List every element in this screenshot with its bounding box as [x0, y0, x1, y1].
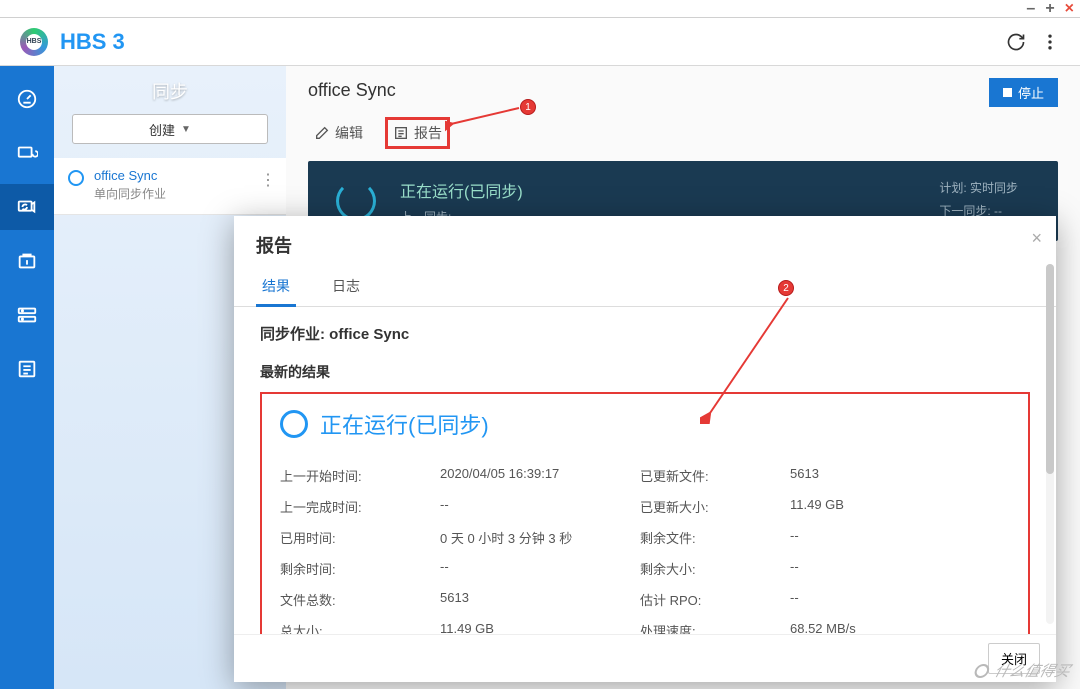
updated-size-val: 11.49 GB — [790, 497, 1010, 516]
status-plan: 计划: 实时同步 — [939, 179, 1018, 196]
chevron-down-icon: ▼ — [181, 124, 191, 135]
tab-results[interactable]: 结果 — [256, 268, 296, 306]
create-button[interactable]: 创建 ▼ — [72, 114, 268, 144]
app-header: HBS HBS 3 — [0, 18, 1080, 66]
remain-time-label: 剩余时间: — [280, 559, 440, 578]
latest-result-heading: 最新的结果 — [260, 362, 1030, 382]
refresh-icon[interactable] — [1006, 32, 1026, 52]
rpo-val: -- — [790, 590, 1010, 609]
job-type: 单向同步作业 — [94, 185, 166, 202]
iconbar-restore[interactable] — [0, 238, 54, 284]
total-size-val: 11.49 GB — [440, 621, 640, 634]
app-logo-icon: HBS — [20, 28, 48, 56]
iconbar — [0, 66, 54, 689]
updated-files-label: 已更新文件: — [640, 466, 790, 485]
iconbar-queue[interactable] — [0, 346, 54, 392]
edit-icon — [314, 125, 330, 141]
last-start-val: 2020/04/05 16:39:17 — [440, 466, 640, 485]
job-status-icon — [68, 170, 84, 186]
last-end-val: -- — [440, 497, 640, 516]
remain-size-label: 剩余大小: — [640, 559, 790, 578]
sync-job-name: office Sync — [329, 326, 409, 343]
total-size-label: 总大小: — [280, 621, 440, 634]
sync-job-prefix: 同步作业: — [260, 326, 329, 343]
remain-time-val: -- — [440, 559, 640, 578]
sync-job-heading: 同步作业: office Sync — [260, 323, 1030, 344]
iconbar-backup[interactable] — [0, 130, 54, 176]
spinner-icon — [336, 181, 376, 221]
elapsed-label: 已用时间: — [280, 528, 440, 547]
modal-close-icon[interactable]: × — [1031, 228, 1042, 249]
modal-tabs: 结果 日志 — [234, 268, 1056, 307]
close-icon[interactable]: × — [1065, 0, 1074, 18]
modal-scrollbar-thumb[interactable] — [1046, 264, 1054, 474]
app-name: HBS 3 — [60, 29, 125, 55]
total-files-label: 文件总数: — [280, 590, 440, 609]
modal-body: 同步作业: office Sync 最新的结果 正在运行(已同步) 上一开始时间… — [234, 307, 1056, 634]
result-box: 正在运行(已同步) 上一开始时间: 2020/04/05 16:39:17 已更… — [260, 392, 1030, 634]
job-name: office Sync — [94, 168, 166, 183]
updated-files-val: 5613 — [790, 466, 1010, 485]
page-title: office Sync — [308, 80, 1058, 101]
watermark-text: 什么值得买 — [992, 660, 1073, 681]
updated-size-label: 已更新大小: — [640, 497, 790, 516]
annotation-badge-2: 2 — [778, 280, 794, 296]
remain-files-val: -- — [790, 528, 1010, 547]
last-end-label: 上一完成时间: — [280, 497, 440, 516]
remain-size-val: -- — [790, 559, 1010, 578]
job-more-icon[interactable]: ⋮ — [260, 170, 276, 190]
status-title: 正在运行(已同步) — [400, 178, 523, 202]
edit-button[interactable]: 编辑 — [308, 119, 369, 147]
report-button[interactable]: 报告 — [387, 119, 448, 147]
more-icon[interactable] — [1040, 32, 1060, 52]
stop-button-label: 停止 — [1018, 83, 1044, 102]
report-modal: 报告 × 结果 日志 同步作业: office Sync 最新的结果 正在运行(… — [234, 216, 1056, 682]
create-button-label: 创建 — [149, 120, 175, 139]
tab-logs[interactable]: 日志 — [326, 268, 366, 306]
report-label: 报告 — [414, 123, 442, 143]
edit-label: 编辑 — [335, 123, 363, 143]
iconbar-storage[interactable] — [0, 292, 54, 338]
speed-val: 68.52 MB/s — [790, 621, 1010, 634]
result-grid: 上一开始时间: 2020/04/05 16:39:17 已更新文件: 5613 … — [280, 466, 1010, 634]
sidebar-title: 同步 — [54, 66, 286, 114]
maximize-icon[interactable]: + — [1045, 0, 1054, 18]
job-item[interactable]: office Sync 单向同步作业 ⋮ — [54, 158, 286, 215]
minimize-icon[interactable]: – — [1026, 0, 1035, 18]
last-start-label: 上一开始时间: — [280, 466, 440, 485]
modal-footer: 关闭 — [234, 634, 1056, 682]
annotation-badge-1: 1 — [520, 99, 536, 115]
speed-label: 处理速度: — [640, 621, 790, 634]
toolbar: 编辑 报告 — [308, 119, 1058, 147]
report-icon — [393, 125, 409, 141]
stop-button[interactable]: 停止 — [989, 78, 1058, 107]
elapsed-val: 0 天 0 小时 3 分钟 3 秒 — [440, 528, 640, 547]
window-titlebar: – + × — [0, 0, 1080, 18]
total-files-val: 5613 — [440, 590, 640, 609]
remain-files-label: 剩余文件: — [640, 528, 790, 547]
running-title: 正在运行(已同步) — [320, 408, 489, 440]
watermark-icon — [973, 664, 991, 678]
stop-icon — [1003, 88, 1012, 97]
watermark: 什么值得买 — [972, 660, 1073, 681]
iconbar-sync[interactable] — [0, 184, 54, 230]
modal-title: 报告 — [234, 216, 1056, 268]
rpo-label: 估计 RPO: — [640, 590, 790, 609]
iconbar-dashboard[interactable] — [0, 76, 54, 122]
running-icon — [280, 410, 308, 438]
